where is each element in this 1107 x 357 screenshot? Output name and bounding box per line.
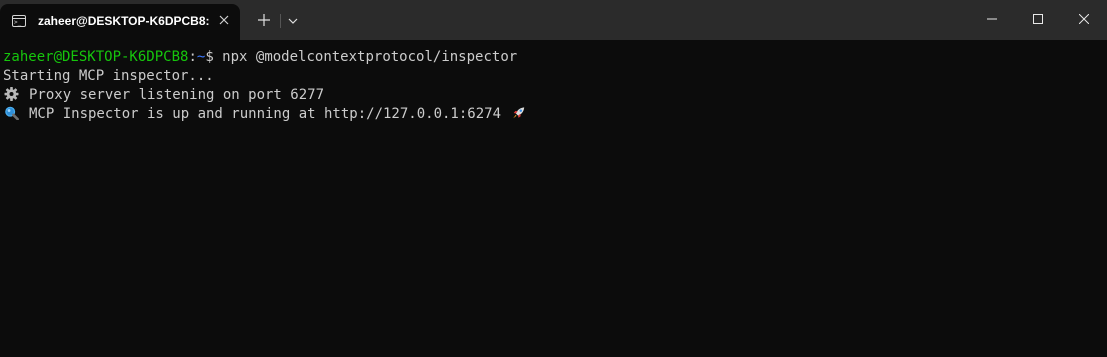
- terminal-window: >_ zaheer@DESKTOP-K6DPCB8: zaheer@DESKTO…: [0, 0, 1107, 357]
- terminal-output[interactable]: zaheer@DESKTOP-K6DPCB8:~$ npx @modelcont…: [0, 40, 1107, 357]
- gear-icon: [4, 87, 19, 101]
- title-bar[interactable]: >_ zaheer@DESKTOP-K6DPCB8:: [0, 0, 1107, 40]
- output-line: Proxy server listening on port 6277: [3, 86, 324, 105]
- terminal-icon: >_: [12, 15, 26, 27]
- tab-terminal[interactable]: >_ zaheer@DESKTOP-K6DPCB8:: [0, 4, 240, 40]
- rocket-icon: [513, 107, 525, 119]
- close-icon: [219, 15, 229, 25]
- minimize-button[interactable]: [969, 0, 1015, 38]
- chevron-down-icon: [288, 18, 298, 24]
- output-text: Starting MCP inspector...: [3, 68, 214, 84]
- tab-title: zaheer@DESKTOP-K6DPCB8:: [38, 14, 210, 28]
- output-line: Starting MCP inspector...: [3, 67, 214, 86]
- maximize-icon: [1033, 14, 1043, 24]
- prompt-user-host: zaheer@DESKTOP-K6DPCB8: [3, 49, 189, 65]
- maximize-button[interactable]: [1015, 0, 1061, 38]
- magnifier-icon: [5, 106, 19, 120]
- tab-close-button[interactable]: [216, 12, 232, 28]
- prompt-command: npx @modelcontextprotocol/inspector: [213, 49, 518, 65]
- prompt-separator: :: [188, 49, 197, 65]
- prompt-symbol: $: [205, 49, 214, 65]
- window-close-button[interactable]: [1061, 0, 1107, 38]
- output-text: MCP Inspector is up and running at http:…: [29, 106, 502, 122]
- plus-icon: [258, 14, 270, 26]
- tab-divider: [280, 14, 281, 28]
- prompt-line: zaheer@DESKTOP-K6DPCB8:~$ npx @modelcont…: [3, 48, 517, 67]
- new-tab-button[interactable]: [254, 10, 274, 30]
- minimize-icon: [987, 18, 997, 20]
- output-line: MCP Inspector is up and running at http:…: [3, 105, 527, 124]
- close-icon: [1079, 14, 1089, 24]
- tab-dropdown-button[interactable]: [284, 12, 302, 30]
- output-text: Proxy server listening on port 6277: [29, 87, 325, 103]
